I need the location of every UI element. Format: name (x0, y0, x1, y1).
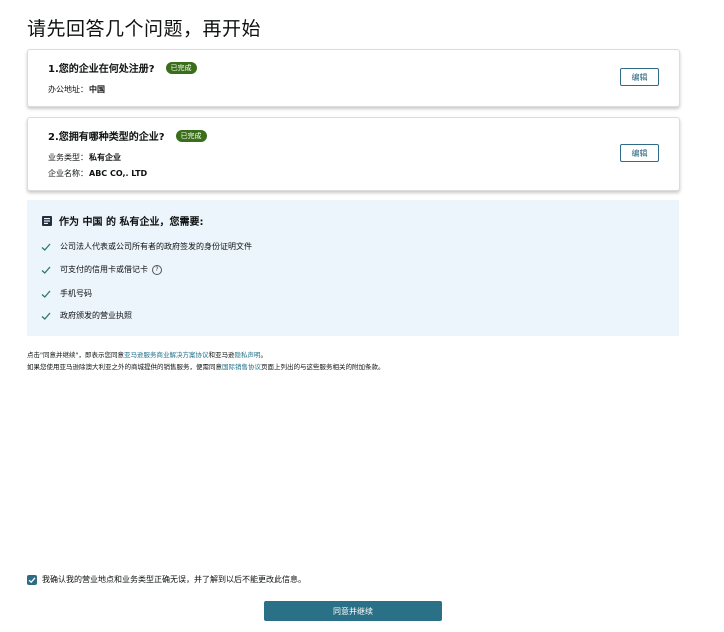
requirement-item: 政府颁发的营业执照 (41, 310, 132, 321)
requirement-text: 政府颁发的营业执照 (60, 311, 132, 320)
agree-and-continue-button[interactable]: 同意并继续 (264, 601, 442, 621)
legal-text: 页面上列出的与这些服务相关的附加条款。 (261, 363, 385, 371)
edit-location-button[interactable]: 编辑 (620, 68, 659, 86)
question-header: 1.您的企业在何处注册? 已完成 (48, 60, 197, 75)
requirement-item: 公司法人代表或公司所有者的政府签发的身份证明文件 (41, 241, 252, 252)
address-value: 中国 (89, 85, 105, 94)
international-selling-agreement-link[interactable]: 国际销售协议 (222, 363, 261, 371)
legal-text-line2: 如果您使用亚马逊除澳大利亚之外的商城提供的销售服务，便需同意国际销售协议页面上列… (27, 361, 385, 371)
question-card-business-type: 2.您拥有哪种类型的企业? 已完成 业务类型：私有企业 企业名称：ABC CO,… (27, 117, 680, 191)
requirement-item: 手机号码 (41, 288, 92, 299)
legal-text: 点击"同意并继续"，即表示您同意 (27, 351, 124, 359)
requirement-text: 手机号码 (60, 289, 92, 298)
status-badge: 已完成 (175, 129, 207, 142)
business-type-row: 业务类型：私有企业 (48, 152, 121, 163)
requirements-heading-text: 作为 中国 的 私有企业，您需要: (59, 217, 204, 228)
question-card-location: 1.您的企业在何处注册? 已完成 办公地址：中国 编辑 (27, 49, 680, 107)
question-title: 2.您拥有哪种类型的企业? (48, 132, 165, 143)
check-icon (41, 311, 51, 321)
help-icon[interactable]: ? (152, 264, 162, 275)
confirm-checkbox[interactable] (27, 574, 37, 585)
business-type-label: 业务类型： (48, 153, 88, 162)
legal-text: 。 (260, 351, 267, 359)
requirements-panel: 作为 中国 的 私有企业，您需要: 公司法人代表或公司所有者的政府签发的身份证明… (27, 200, 679, 336)
address-label: 办公地址： (48, 85, 88, 94)
edit-business-type-button[interactable]: 编辑 (620, 144, 659, 162)
privacy-notice-link[interactable]: 隐私声明 (234, 351, 260, 359)
address-row: 办公地址：中国 (48, 84, 105, 95)
requirement-text: 可支付的信用卡或借记卡 (60, 265, 148, 274)
business-name-row: 企业名称：ABC CO,. LTD (48, 168, 147, 179)
confirm-label: 我确认我的营业地点和业务类型正确无误，并了解到以后不能更改此信息。 (42, 575, 306, 584)
check-icon (41, 242, 51, 252)
requirement-text: 公司法人代表或公司所有者的政府签发的身份证明文件 (60, 242, 252, 251)
book-icon (41, 215, 53, 227)
question-title: 1.您的企业在何处注册? (48, 64, 155, 75)
confirm-row: 我确认我的营业地点和业务类型正确无误，并了解到以后不能更改此信息。 (27, 574, 306, 585)
requirement-item: 可支付的信用卡或借记卡 ? (41, 264, 162, 275)
check-icon (41, 289, 51, 299)
legal-text-line1: 点击"同意并继续"，即表示您同意亚马逊服务商业解决方案协议和亚马逊隐私声明。 (27, 349, 267, 359)
requirements-heading: 作为 中国 的 私有企业，您需要: (41, 213, 203, 228)
legal-text: 和亚马逊 (208, 351, 235, 359)
business-solutions-agreement-link[interactable]: 亚马逊服务商业解决方案协议 (124, 351, 209, 359)
page-title: 请先回答几个问题，再开始 (27, 18, 262, 40)
legal-text: 如果您使用亚马逊除澳大利亚之外的商城提供的销售服务，便需同意 (27, 363, 222, 371)
question-header: 2.您拥有哪种类型的企业? 已完成 (48, 128, 207, 143)
check-icon (41, 265, 51, 275)
status-badge: 已完成 (165, 61, 197, 74)
checkmark-icon (28, 576, 36, 583)
business-type-value: 私有企业 (89, 153, 121, 162)
business-name-label: 企业名称： (48, 169, 88, 178)
business-name-value: ABC CO,. LTD (89, 169, 148, 178)
